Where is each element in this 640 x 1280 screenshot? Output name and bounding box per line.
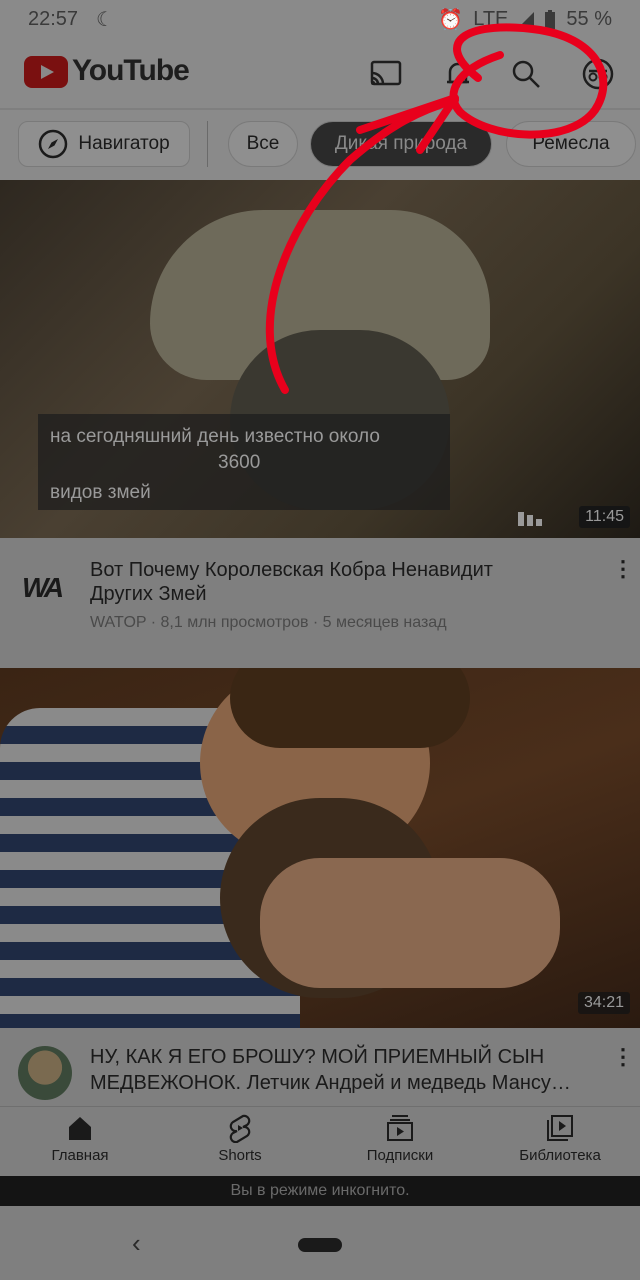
category-chips: Навигатор Все Дикая природа Ремесла (0, 110, 640, 180)
library-icon (547, 1115, 573, 1141)
home-pill-button[interactable] (298, 1238, 342, 1252)
nav-label: Подписки (366, 1147, 434, 1164)
status-bar: 22:57 ☾ ⏰ LTE 55 % (0, 0, 640, 38)
incognito-banner: Вы в режиме инкогнито. (0, 1176, 640, 1206)
nav-shorts[interactable]: Shorts (180, 1113, 300, 1173)
status-right: ⏰ LTE 55 % (438, 7, 612, 32)
nav-library[interactable]: Библиотека (500, 1113, 620, 1173)
cast-icon[interactable] (368, 56, 404, 92)
nav-label: Библиотека (519, 1147, 601, 1164)
signal-icon (518, 11, 535, 28)
chips-divider (207, 121, 208, 167)
video-thumbnail[interactable]: 34:21 (0, 668, 640, 1028)
video-thumbnail[interactable]: на сегодняшний день известно около 3600 … (0, 180, 640, 538)
caption-line: на сегодняшний день известно около (50, 426, 380, 447)
video-title[interactable]: Вот Почему Королевская Кобра Ненавидит Д… (90, 558, 550, 606)
chip-label: Все (246, 133, 280, 154)
battery-percent: 55 % (566, 8, 612, 30)
channel-avatar[interactable]: WA (22, 572, 64, 604)
incognito-icon[interactable] (580, 56, 616, 92)
video-info[interactable]: WA Вот Почему Королевская Кобра Ненавиди… (0, 538, 640, 668)
home-icon (69, 1117, 91, 1140)
duration-badge: 34:21 (577, 992, 630, 1014)
chip-wildlife[interactable]: Дикая природа (310, 121, 492, 167)
chip-label: Ремесла (532, 133, 610, 154)
more-options-icon[interactable]: ⋮ (612, 556, 634, 582)
back-icon[interactable]: ‹ (132, 1228, 141, 1259)
bottom-navigation: Главная Shorts Подписки Библиотека (0, 1106, 640, 1177)
video-title[interactable]: НУ, КАК Я ЕГО БРОШУ? МОЙ ПРИЕМНЫЙ СЫН МЕ… (90, 1044, 600, 1096)
caption-line: 3600 (218, 452, 261, 473)
explore-chip-label: Навигатор (78, 133, 170, 154)
compass-icon (39, 129, 68, 159)
status-time: 22:57 (28, 8, 79, 30)
video-info[interactable]: НУ, КАК Я ЕГО БРОШУ? МОЙ ПРИЕМНЫЙ СЫН МЕ… (0, 1028, 640, 1108)
nav-label: Главная (51, 1147, 109, 1164)
chip-all[interactable]: Все (228, 121, 298, 167)
duration-badge: 11:45 (579, 506, 630, 528)
system-navigation-bar: ‹ (0, 1206, 640, 1280)
video-meta: WATOP · 8,1 млн просмотров · 5 месяцев н… (90, 614, 447, 631)
alarm-icon: ⏰ (438, 9, 464, 31)
youtube-logo-icon[interactable] (24, 56, 68, 88)
battery-icon (545, 9, 556, 29)
explore-chip[interactable]: Навигатор (18, 121, 190, 167)
video-subtitle-caption: на сегодняшний день известно около 3600 … (38, 414, 450, 510)
caption-line: видов змей (50, 482, 151, 503)
shorts-icon (229, 1114, 251, 1143)
equalizer-icon (518, 512, 542, 526)
person-image (260, 858, 560, 988)
bell-icon[interactable] (440, 56, 476, 92)
channel-avatar[interactable] (18, 1046, 72, 1100)
nav-home[interactable]: Главная (20, 1113, 140, 1173)
more-options-icon[interactable]: ⋮ (612, 1044, 634, 1070)
app-header: YouTube (0, 38, 640, 108)
subscriptions-icon (387, 1115, 413, 1141)
person-image (230, 668, 470, 748)
network-label: LTE (473, 8, 509, 30)
nav-label: Shorts (218, 1147, 262, 1164)
moon-icon: ☾ (96, 9, 114, 31)
search-icon[interactable] (508, 56, 544, 92)
youtube-logo-text[interactable]: YouTube (72, 54, 190, 88)
chip-label: Дикая природа (334, 133, 468, 154)
nav-subscriptions[interactable]: Подписки (340, 1113, 460, 1173)
chip-crafts[interactable]: Ремесла (506, 121, 636, 167)
